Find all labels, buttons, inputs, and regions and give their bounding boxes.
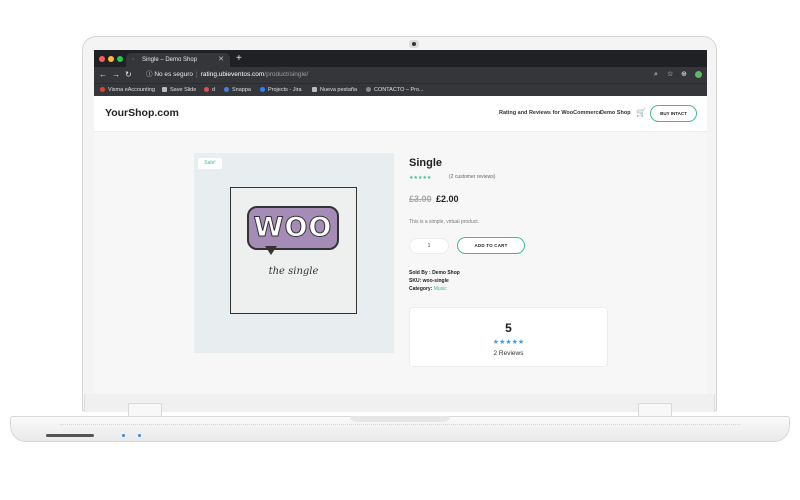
profile-avatar[interactable] <box>695 71 702 78</box>
status-led <box>138 434 141 437</box>
page-icon <box>312 86 317 92</box>
close-icon[interactable]: ✕ <box>218 53 224 67</box>
trackpad-notch <box>350 416 450 422</box>
laptop-hinge <box>84 394 715 412</box>
product-title: Single <box>409 157 443 169</box>
product-page: Sale! WOO the single Single ★★★★★ (2 cus… <box>94 132 707 394</box>
new-tab-button[interactable]: + <box>236 52 242 66</box>
snappa-icon <box>224 86 229 92</box>
bookmarks-bar: Visma eAccounting Save Slide d Snappa Pr… <box>94 83 707 96</box>
url-host: rating.ubieventos.com <box>200 71 265 78</box>
url-separator: | <box>195 71 198 78</box>
side-port <box>46 434 94 437</box>
sku: SKU: woo-single <box>409 278 449 284</box>
woo-logo-text: WOO <box>253 212 333 244</box>
customer-reviews-link[interactable]: (2 customer reviews) <box>449 174 495 180</box>
reload-icon[interactable]: ↻ <box>125 69 132 81</box>
reviews-summary-card: 5 ★★★★★ 2 Reviews <box>409 307 608 367</box>
webcam <box>409 40 419 48</box>
bookmark-item[interactable]: Snappa <box>224 85 251 96</box>
buy-button[interactable]: BUY INTACT <box>650 105 697 122</box>
back-arrow-icon[interactable]: ← <box>99 69 107 81</box>
tab-bar: ◦ Single – Demo Shop ✕ + <box>94 50 707 67</box>
category-link[interactable]: Music <box>434 286 447 292</box>
jira-icon <box>260 86 265 92</box>
bookmark-item[interactable]: Nueva pestaña <box>312 85 357 96</box>
browser-window: ◦ Single – Demo Shop ✕ + ← → ↻ ⓘ No es s… <box>94 50 707 394</box>
bookmark-item[interactable]: Visma eAccounting <box>100 85 155 96</box>
site-header: YourShop.com Rating and Reviews for WooC… <box>94 96 707 132</box>
add-to-cart-button[interactable]: ADD TO CART <box>457 237 525 254</box>
cart-icon[interactable]: 🛒 <box>636 108 646 117</box>
category: Category: Music <box>409 286 447 292</box>
bookmark-icon <box>100 86 105 92</box>
regular-price: £3.00 <box>409 194 432 204</box>
laptop-frame: ◦ Single – Demo Shop ✕ + ← → ↻ ⓘ No es s… <box>0 0 800 500</box>
site-logo[interactable]: YourShop.com <box>105 107 179 119</box>
bookmark-item[interactable]: CONTACTO – Pro... <box>366 85 424 96</box>
sale-price: £2.00 <box>436 194 459 204</box>
woo-artwork: WOO the single <box>230 187 357 314</box>
sale-badge: Sale! <box>198 158 222 169</box>
status-led <box>122 434 125 437</box>
short-description: This is a simple, virtual product. <box>409 219 480 225</box>
close-window-button[interactable] <box>99 56 105 62</box>
browser-tab[interactable]: ◦ Single – Demo Shop ✕ <box>126 53 230 67</box>
reviews-total: 2 Reviews <box>493 350 524 357</box>
summary-stars: ★★★★★ <box>492 339 525 346</box>
woo-speech-bubble: WOO <box>247 206 339 250</box>
product-image[interactable]: Sale! WOO the single <box>194 153 394 353</box>
average-rating: 5 <box>505 321 512 335</box>
extension-icon[interactable]: ⊕ <box>681 69 687 81</box>
maximize-window-button[interactable] <box>117 56 123 62</box>
bubble-tail <box>265 246 277 255</box>
keyboard-edge <box>60 424 740 428</box>
page-icon: ◦ <box>132 57 135 63</box>
bookmark-icon <box>366 86 371 92</box>
tab-title: Single – Demo Shop <box>142 57 198 63</box>
nav-link-demo-shop[interactable]: Demo Shop <box>600 110 631 116</box>
security-warning: No es seguro <box>154 71 193 78</box>
star-bookmark-icon[interactable]: ☆ <box>667 69 673 81</box>
url-input[interactable]: ⓘ No es seguro | rating.ubieventos.com/pro… <box>140 69 652 81</box>
hinge-tab-left <box>128 403 162 417</box>
bookmark-icon <box>204 86 209 92</box>
nav-link-rating-reviews[interactable]: Rating and Reviews for WooCommerce <box>499 110 602 116</box>
bookmark-item[interactable]: Projects - Jira <box>260 85 302 96</box>
artwork-caption: the single <box>268 266 319 277</box>
url-path: /product/single/ <box>264 71 309 78</box>
rating-stars: ★★★★★ <box>409 175 432 181</box>
bookmark-item[interactable]: Save Slide <box>162 85 196 96</box>
forward-arrow-icon[interactable]: → <box>112 69 120 81</box>
quantity-input[interactable]: 1 <box>409 238 449 254</box>
minimize-window-button[interactable] <box>108 56 114 62</box>
search-icon[interactable]: ⌕ <box>654 69 658 81</box>
page-icon <box>162 86 167 92</box>
sold-by: Sold By : Demo Shop <box>409 270 460 276</box>
address-bar-row: ← → ↻ ⓘ No es seguro | rating.ubieventos.c… <box>94 67 707 83</box>
hinge-tab-right <box>638 403 672 417</box>
bookmark-item[interactable]: d <box>204 85 215 96</box>
